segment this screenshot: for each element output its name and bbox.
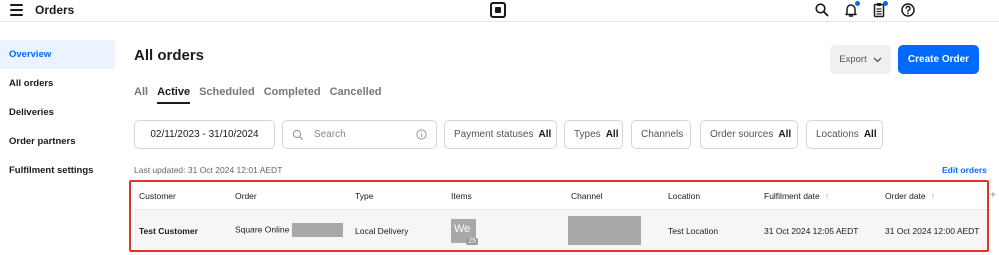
column-header-order-date-label: Order date [885, 191, 926, 201]
sidebar: Overview All orders Deliveries Order par… [0, 40, 115, 185]
menu-icon[interactable] [10, 4, 23, 16]
search-icon[interactable] [814, 2, 830, 18]
help-icon[interactable] [900, 2, 916, 18]
info-icon[interactable] [416, 129, 427, 140]
order-source: Square Online [235, 224, 290, 235]
square-logo-icon[interactable] [490, 2, 506, 18]
column-header-items[interactable]: Items [451, 191, 472, 201]
create-order-button[interactable]: Create Order [898, 45, 979, 74]
order-status-tabs: All Active Scheduled Completed Cancelled [134, 86, 391, 104]
payment-statuses-filter[interactable]: Payment statuses All [444, 120, 557, 149]
sidebar-item-fulfilment-settings[interactable]: Fulfilment settings [0, 156, 115, 185]
column-header-fulfilment-date-label: Fulfilment date [764, 191, 820, 201]
item-count-badge: 25 [466, 238, 478, 245]
customer-cell: Test Customer [139, 226, 198, 236]
top-bar: Orders [0, 0, 999, 22]
tab-scheduled[interactable]: Scheduled [199, 86, 255, 104]
channel-redacted-block [568, 216, 641, 245]
bell-icon[interactable] [843, 1, 860, 18]
search-input[interactable]: Search [282, 120, 437, 149]
last-updated-text: Last updated: 31 Oct 2024 12:01 AEDT [134, 165, 283, 175]
fulfilment-date-cell: 31 Oct 2024 12:05 AEDT [764, 226, 859, 236]
order-sources-label: Order sources [710, 129, 774, 140]
type-cell: Local Delivery [355, 226, 409, 236]
chevron-down-icon [873, 57, 882, 62]
search-icon [292, 129, 303, 140]
types-filter[interactable]: Types All [564, 120, 623, 149]
search-placeholder: Search [314, 129, 346, 140]
tab-cancelled[interactable]: Cancelled [330, 86, 382, 104]
order-sources-value: All [778, 129, 792, 140]
tab-active[interactable]: Active [157, 86, 191, 104]
locations-label: Locations [816, 129, 859, 140]
sort-arrow-icon[interactable]: ↑ [825, 191, 830, 201]
column-header-order[interactable]: Order [235, 191, 257, 201]
channels-label: Channels [641, 129, 684, 140]
channels-filter[interactable]: Channels [631, 120, 691, 149]
types-value: All [605, 129, 619, 140]
column-header-channel[interactable]: Channel [571, 191, 603, 201]
tab-completed[interactable]: Completed [264, 86, 321, 104]
locations-filter[interactable]: Locations All [806, 120, 883, 149]
sidebar-item-order-partners[interactable]: Order partners [0, 127, 115, 156]
column-header-location[interactable]: Location [668, 191, 700, 201]
sidebar-item-overview[interactable]: Overview [0, 40, 115, 69]
page-title: All orders [134, 47, 205, 64]
orders-table: Customer Order Type Items Channel Locati… [134, 182, 989, 251]
payment-statuses-value: All [538, 129, 552, 140]
column-header-type[interactable]: Type [355, 191, 373, 201]
item-thumbnail: We 25 [451, 219, 478, 245]
export-button-label: Export [839, 54, 867, 65]
location-cell: Test Location [668, 226, 719, 236]
app-title: Orders [35, 3, 75, 17]
order-cell: Square Online [235, 223, 343, 237]
add-column-icon[interactable]: + [990, 190, 996, 201]
column-header-customer[interactable]: Customer [139, 191, 176, 201]
order-date-cell: 31 Oct 2024 12:00 AEDT [885, 226, 980, 236]
clipboard-icon[interactable] [871, 1, 888, 18]
types-label: Types [574, 129, 601, 140]
export-button[interactable]: Export [830, 45, 891, 74]
item-thumbnail-text: We [454, 223, 471, 235]
sidebar-item-all-orders[interactable]: All orders [0, 69, 115, 98]
notification-badge [855, 1, 860, 6]
edit-orders-link[interactable]: Edit orders [942, 165, 987, 175]
table-header: Customer Order Type Items Channel Locati… [134, 182, 989, 210]
date-range-value: 02/11/2023 - 31/10/2024 [150, 129, 259, 140]
locations-value: All [863, 129, 877, 140]
date-range-filter[interactable]: 02/11/2023 - 31/10/2024 [134, 120, 275, 149]
filter-bar: 02/11/2023 - 31/10/2024 Search Payment s… [134, 120, 989, 149]
payment-statuses-label: Payment statuses [454, 129, 534, 140]
column-header-fulfilment-date[interactable]: Fulfilment date ↑ [764, 191, 829, 201]
column-header-order-date[interactable]: Order date ↑ [885, 191, 935, 201]
table-row[interactable]: Test Customer Square Online Local Delive… [134, 210, 989, 251]
redacted-block [291, 223, 343, 237]
order-sources-filter[interactable]: Order sources All [700, 120, 798, 149]
sidebar-item-deliveries[interactable]: Deliveries [0, 98, 115, 127]
sort-arrow-icon[interactable]: ↑ [931, 191, 936, 201]
tab-all[interactable]: All [134, 86, 148, 104]
notification-badge [883, 1, 888, 6]
